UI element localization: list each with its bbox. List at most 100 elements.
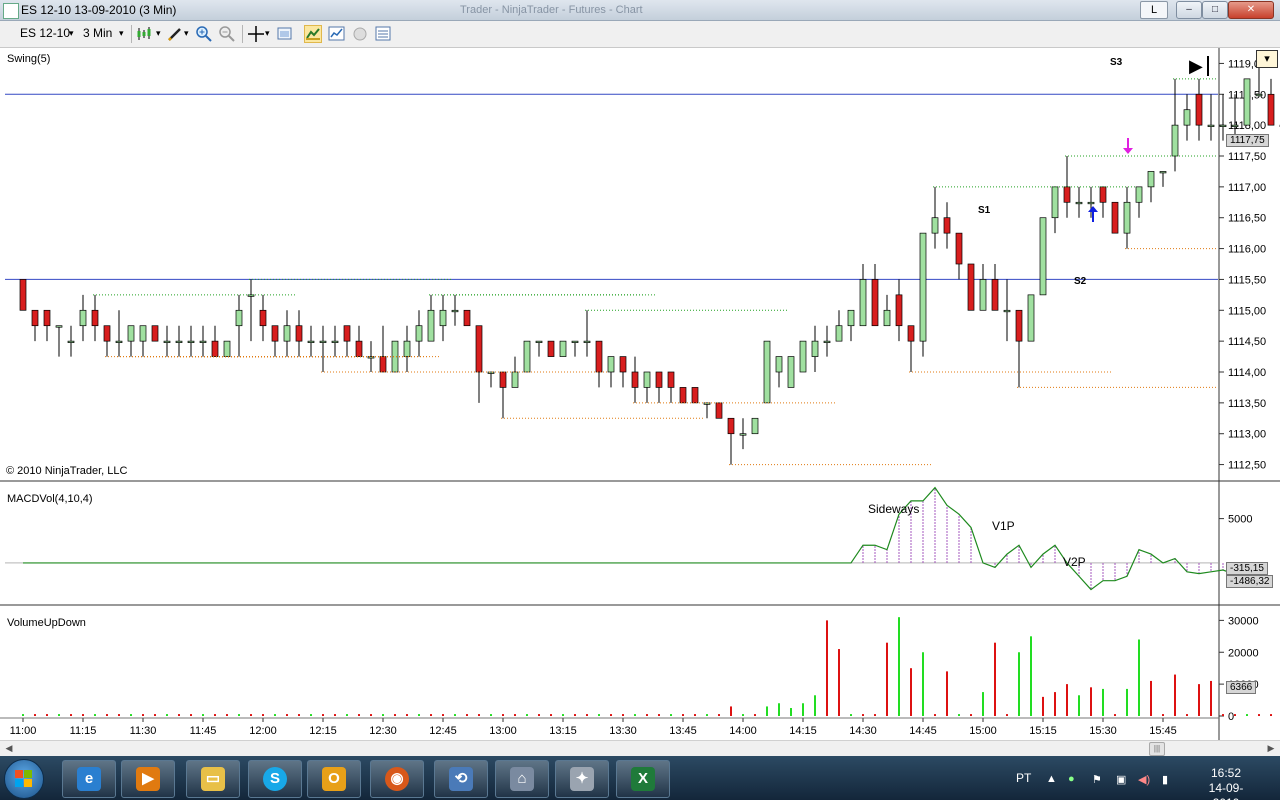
candle-body bbox=[79, 309, 87, 327]
close-button[interactable]: ✕ bbox=[1228, 1, 1274, 19]
candle-body bbox=[607, 356, 615, 373]
tray-app-icon[interactable]: ● bbox=[1068, 773, 1075, 785]
price-tick-label: 1117,50 bbox=[1228, 151, 1266, 163]
macd-tick-label: 5000 bbox=[1228, 514, 1252, 526]
bars-icon[interactable] bbox=[136, 25, 154, 43]
minimize-button[interactable]: – bbox=[1176, 1, 1202, 19]
ie-icon[interactable]: e bbox=[62, 760, 116, 798]
strategy-icon[interactable] bbox=[304, 25, 322, 43]
candle-body bbox=[439, 309, 447, 327]
scroll-right-icon[interactable]: ▶ bbox=[1264, 742, 1278, 755]
start-button[interactable] bbox=[4, 759, 44, 799]
chart-menu-dropdown[interactable]: ▾ bbox=[1256, 50, 1278, 68]
candle-body bbox=[499, 371, 507, 388]
zoom-in-icon[interactable] bbox=[195, 25, 213, 43]
maximize-button[interactable]: □ bbox=[1202, 1, 1228, 19]
time-tick-label: 13:30 bbox=[609, 725, 637, 737]
skype-icon[interactable]: S bbox=[248, 760, 302, 798]
dartboard-icon[interactable]: ✦ bbox=[555, 760, 609, 798]
firefox-icon[interactable]: ◉ bbox=[370, 760, 424, 798]
candle-body bbox=[259, 309, 267, 327]
tray-expand-icon[interactable]: ▲ bbox=[1046, 773, 1057, 785]
candle-body bbox=[211, 340, 219, 357]
chevron-down-icon[interactable]: ▾ bbox=[69, 28, 74, 39]
clock[interactable]: 16:52 14-09-2010 bbox=[1196, 766, 1256, 811]
candle-body bbox=[415, 325, 423, 342]
flag-icon[interactable]: ⚑ bbox=[1092, 773, 1102, 786]
candle-body bbox=[55, 325, 63, 328]
candle-body bbox=[199, 340, 207, 343]
scroll-left-icon[interactable]: ◀ bbox=[2, 742, 16, 755]
window-title: ES 12-10 13-09-2010 (3 Min) bbox=[21, 3, 177, 17]
time-tick-label: 14:15 bbox=[789, 725, 817, 737]
clock-time: 16:52 bbox=[1210, 766, 1242, 780]
media-player-icon[interactable]: ▶ bbox=[121, 760, 175, 798]
volume-tick-label: 20000 bbox=[1228, 647, 1259, 659]
candle-body bbox=[991, 279, 999, 311]
chevron-down-icon[interactable]: ▾ bbox=[156, 28, 161, 39]
candle-body bbox=[91, 309, 99, 327]
time-tick-label: 14:45 bbox=[909, 725, 937, 737]
sync-icon[interactable]: ⟲ bbox=[434, 760, 488, 798]
candle-body bbox=[1063, 186, 1071, 203]
candle-body bbox=[919, 232, 927, 342]
price-tick-label: 1114,00 bbox=[1228, 367, 1266, 379]
time-tick-label: 13:45 bbox=[669, 725, 697, 737]
last-price-tag: 1117,75 bbox=[1226, 134, 1269, 147]
candle-body bbox=[847, 309, 855, 327]
time-tick-label: 15:15 bbox=[1029, 725, 1057, 737]
outlook-icon[interactable]: O bbox=[307, 760, 361, 798]
system-tray: PT ▲ ● ⚑ ▣ ◀) ▮ 16:52 14-09-2010 bbox=[1010, 756, 1280, 810]
chevron-down-icon[interactable]: ▾ bbox=[184, 28, 189, 39]
candle-body bbox=[955, 232, 963, 265]
time-tick-label: 13:00 bbox=[489, 725, 517, 737]
explorer-icon[interactable]: ▭ bbox=[186, 760, 240, 798]
candle-body bbox=[427, 309, 435, 342]
candle-body bbox=[1183, 109, 1191, 126]
annotation-v1p: V1P bbox=[992, 519, 1015, 533]
crosshair-icon[interactable] bbox=[247, 25, 265, 43]
candle-body bbox=[727, 417, 735, 435]
chart-area[interactable]: 1119,001118,501118,001117,501117,001116,… bbox=[0, 48, 1280, 740]
candle-body bbox=[667, 371, 675, 388]
candle-body bbox=[331, 340, 339, 343]
time-tick-label: 12:00 bbox=[249, 725, 277, 737]
instrument-selector[interactable]: ES 12-10 bbox=[20, 26, 70, 40]
swing-label-s1: S1 bbox=[978, 205, 991, 216]
layout-button[interactable]: L bbox=[1140, 1, 1168, 19]
candle-body bbox=[1015, 309, 1023, 342]
properties-icon[interactable] bbox=[276, 25, 294, 43]
zoom-out-icon[interactable] bbox=[218, 25, 236, 43]
play-icon[interactable]: ▶ bbox=[1189, 56, 1203, 77]
indicator-icon[interactable] bbox=[328, 25, 346, 43]
power-icon[interactable]: ▮ bbox=[1162, 773, 1168, 786]
candle-body bbox=[1243, 78, 1251, 126]
chart-scrollbar[interactable]: ◀ ||| ▶ bbox=[0, 740, 1280, 756]
candle-body bbox=[295, 325, 303, 342]
candle-body bbox=[787, 356, 795, 388]
data-box-icon[interactable] bbox=[374, 25, 392, 43]
museum-icon[interactable]: ⌂ bbox=[495, 760, 549, 798]
pencil-icon[interactable] bbox=[166, 25, 184, 43]
scroll-thumb[interactable]: ||| bbox=[1149, 742, 1165, 756]
network-icon[interactable]: ▣ bbox=[1116, 773, 1126, 786]
time-tick-label: 11:00 bbox=[10, 725, 37, 737]
chevron-down-icon[interactable]: ▾ bbox=[265, 28, 270, 39]
candle-body bbox=[139, 325, 147, 342]
language-indicator[interactable]: PT bbox=[1016, 771, 1031, 785]
candle-body bbox=[31, 309, 39, 327]
macd-panel-title: MACDVol(4,10,4) bbox=[7, 493, 93, 505]
chart-canvas[interactable]: 1119,001118,501118,001117,501117,001116,… bbox=[0, 48, 1280, 740]
chevron-down-icon[interactable]: ▾ bbox=[119, 28, 124, 39]
interval-selector[interactable]: 3 Min bbox=[83, 26, 112, 40]
time-tick-label: 12:15 bbox=[309, 725, 337, 737]
candle-body bbox=[187, 340, 195, 343]
annotation-sideways: Sideways bbox=[868, 502, 920, 516]
annotation-v2p: V2P bbox=[1063, 555, 1086, 569]
volume-icon[interactable]: ◀) bbox=[1138, 773, 1150, 786]
excel-icon[interactable]: X bbox=[616, 760, 670, 798]
candle-body bbox=[631, 371, 639, 388]
chart-toolbar: ES 12-10 ▾ 3 Min ▾ ▾ ▾ ▾ bbox=[0, 21, 1280, 48]
candle-body bbox=[799, 340, 807, 373]
record-icon[interactable] bbox=[351, 25, 369, 43]
